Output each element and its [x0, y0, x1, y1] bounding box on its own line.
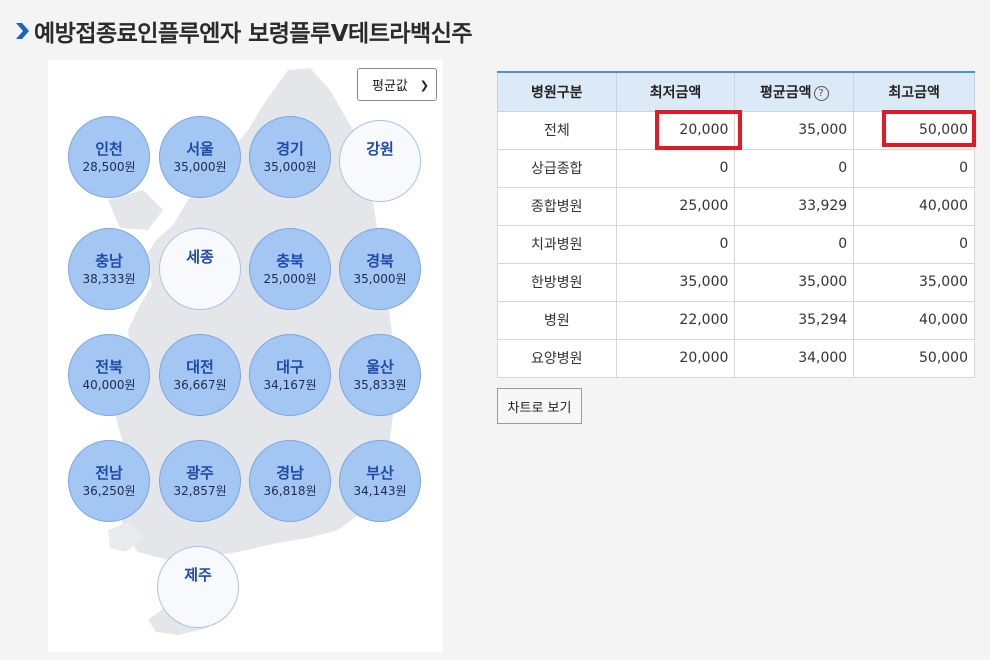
cell-min-price: 0	[615, 224, 736, 264]
region-incheon[interactable]: 인천 28,500원	[68, 116, 150, 198]
region-busan[interactable]: 부산 34,143원	[339, 440, 421, 522]
region-name: 광주	[186, 464, 214, 482]
cell-hospital-type: 한방병원	[497, 262, 617, 302]
region-name: 충북	[276, 252, 304, 270]
view-chart-button[interactable]: 차트로 보기	[497, 388, 582, 424]
region-sejong[interactable]: 세종	[159, 228, 241, 310]
cell-min-price: 35,000	[615, 262, 736, 302]
region-gyeonggi[interactable]: 경기 35,000원	[249, 116, 331, 198]
cell-avg-price: 0	[734, 224, 855, 264]
table-row: 요양병원 20,000 34,000 50,000	[497, 338, 975, 378]
cell-min-price: 25,000	[615, 186, 736, 226]
region-average-price: 25,000원	[263, 272, 317, 286]
region-gwangju[interactable]: 광주 32,857원	[159, 440, 241, 522]
statistic-select-value: 평균값	[372, 79, 408, 94]
help-icon[interactable]: ?	[813, 85, 829, 101]
statistic-select[interactable]: 평균값 ❯	[357, 68, 437, 101]
region-name: 전남	[95, 464, 123, 482]
chevron-down-icon: ❯	[419, 79, 429, 92]
region-average-price: 36,250원	[82, 484, 136, 498]
region-average-price: 28,500원	[82, 160, 136, 174]
cell-max-price: 50,000	[853, 338, 975, 378]
table-row: 종합병원 25,000 33,929 40,000	[497, 186, 975, 226]
cell-hospital-type: 치과병원	[497, 224, 617, 264]
cell-max-price: 0	[853, 224, 975, 264]
region-average-price: 36,818원	[263, 484, 317, 498]
table-header-row: 병원구분 최저금액 평균금액? 최고금액	[497, 71, 975, 112]
table-row: 한방병원 35,000 35,000 35,000	[497, 262, 975, 302]
region-name: 전북	[95, 358, 123, 376]
cell-max-price: 40,000	[853, 300, 975, 340]
page-header: 예방접종료인플루엔자 보령플루Ⅴ테트라백신주	[14, 14, 473, 48]
region-gyeongbuk[interactable]: 경북 35,000원	[339, 228, 421, 310]
chevron-right-icon	[16, 23, 29, 39]
column-header-avg-price: 평균금액?	[734, 71, 855, 112]
region-name: 대구	[276, 358, 304, 376]
region-name: 경기	[276, 140, 304, 158]
region-chungbuk[interactable]: 충북 25,000원	[249, 228, 331, 310]
highlight-box-min-price	[655, 110, 742, 150]
region-average-price: 35,000원	[353, 272, 407, 286]
region-name: 경남	[276, 464, 304, 482]
region-name: 충남	[95, 252, 123, 270]
region-daegu[interactable]: 대구 34,167원	[249, 334, 331, 416]
region-name: 경북	[366, 252, 394, 270]
region-average-price: 35,833원	[353, 378, 407, 392]
region-daejeon[interactable]: 대전 36,667원	[159, 334, 241, 416]
cell-avg-price: 35,294	[734, 300, 855, 340]
region-name: 인천	[95, 140, 123, 158]
highlight-box-max-price	[882, 110, 976, 147]
region-average-price: 32,857원	[173, 484, 227, 498]
cell-avg-price: 35,000	[734, 262, 855, 302]
region-average-price: 35,000원	[263, 160, 317, 174]
page-title: 예방접종료인플루엔자 보령플루Ⅴ테트라백신주	[34, 21, 473, 47]
table-row: 치과병원 0 0 0	[497, 224, 975, 264]
region-average-price: 36,667원	[173, 378, 227, 392]
region-jeju[interactable]: 제주	[157, 546, 239, 628]
region-chungnam[interactable]: 충남 38,333원	[68, 228, 150, 310]
region-name: 부산	[366, 464, 394, 482]
region-name: 세종	[186, 248, 214, 266]
cell-avg-price: 35,000	[734, 110, 855, 150]
cell-hospital-type: 종합병원	[497, 186, 617, 226]
table-row: 병원 22,000 35,294 40,000	[497, 300, 975, 340]
region-average-price: 35,000원	[173, 160, 227, 174]
region-seoul[interactable]: 서울 35,000원	[159, 116, 241, 198]
region-gyeongnam[interactable]: 경남 36,818원	[249, 440, 331, 522]
cell-hospital-type: 요양병원	[497, 338, 617, 378]
region-average-price: 34,143원	[353, 484, 407, 498]
cell-hospital-type: 병원	[497, 300, 617, 340]
cell-avg-price: 33,929	[734, 186, 855, 226]
region-name: 제주	[184, 566, 212, 584]
cell-max-price: 0	[853, 148, 975, 188]
cell-avg-price: 34,000	[734, 338, 855, 378]
region-map-panel: 평균값 ❯ 인천 28,500원 서울 35,000원 경기 35,000원 강…	[48, 60, 443, 652]
column-header-max-price: 최고금액	[853, 71, 975, 112]
column-header-hospital-type: 병원구분	[497, 71, 617, 112]
region-jeonbuk[interactable]: 전북 40,000원	[68, 334, 150, 416]
cell-avg-price: 0	[734, 148, 855, 188]
cell-max-price: 35,000	[853, 262, 975, 302]
region-average-price: 40,000원	[82, 378, 136, 392]
region-name: 울산	[366, 358, 394, 376]
cell-hospital-type: 상급종합	[497, 148, 617, 188]
table-row: 상급종합 0 0 0	[497, 148, 975, 188]
region-name: 대전	[186, 358, 214, 376]
region-average-price: 34,167원	[263, 378, 317, 392]
region-name: 강원	[366, 140, 394, 158]
region-ulsan[interactable]: 울산 35,833원	[339, 334, 421, 416]
region-name: 서울	[186, 140, 214, 158]
avg-price-header-label: 평균금액	[760, 84, 812, 101]
region-gangwon[interactable]: 강원	[339, 120, 421, 202]
column-header-min-price: 최저금액	[615, 71, 736, 112]
cell-min-price: 20,000	[615, 338, 736, 378]
region-jeonnam[interactable]: 전남 36,250원	[68, 440, 150, 522]
cell-min-price: 22,000	[615, 300, 736, 340]
cell-min-price: 0	[615, 148, 736, 188]
cell-hospital-type: 전체	[497, 110, 617, 150]
region-average-price: 38,333원	[82, 272, 136, 286]
cell-max-price: 40,000	[853, 186, 975, 226]
